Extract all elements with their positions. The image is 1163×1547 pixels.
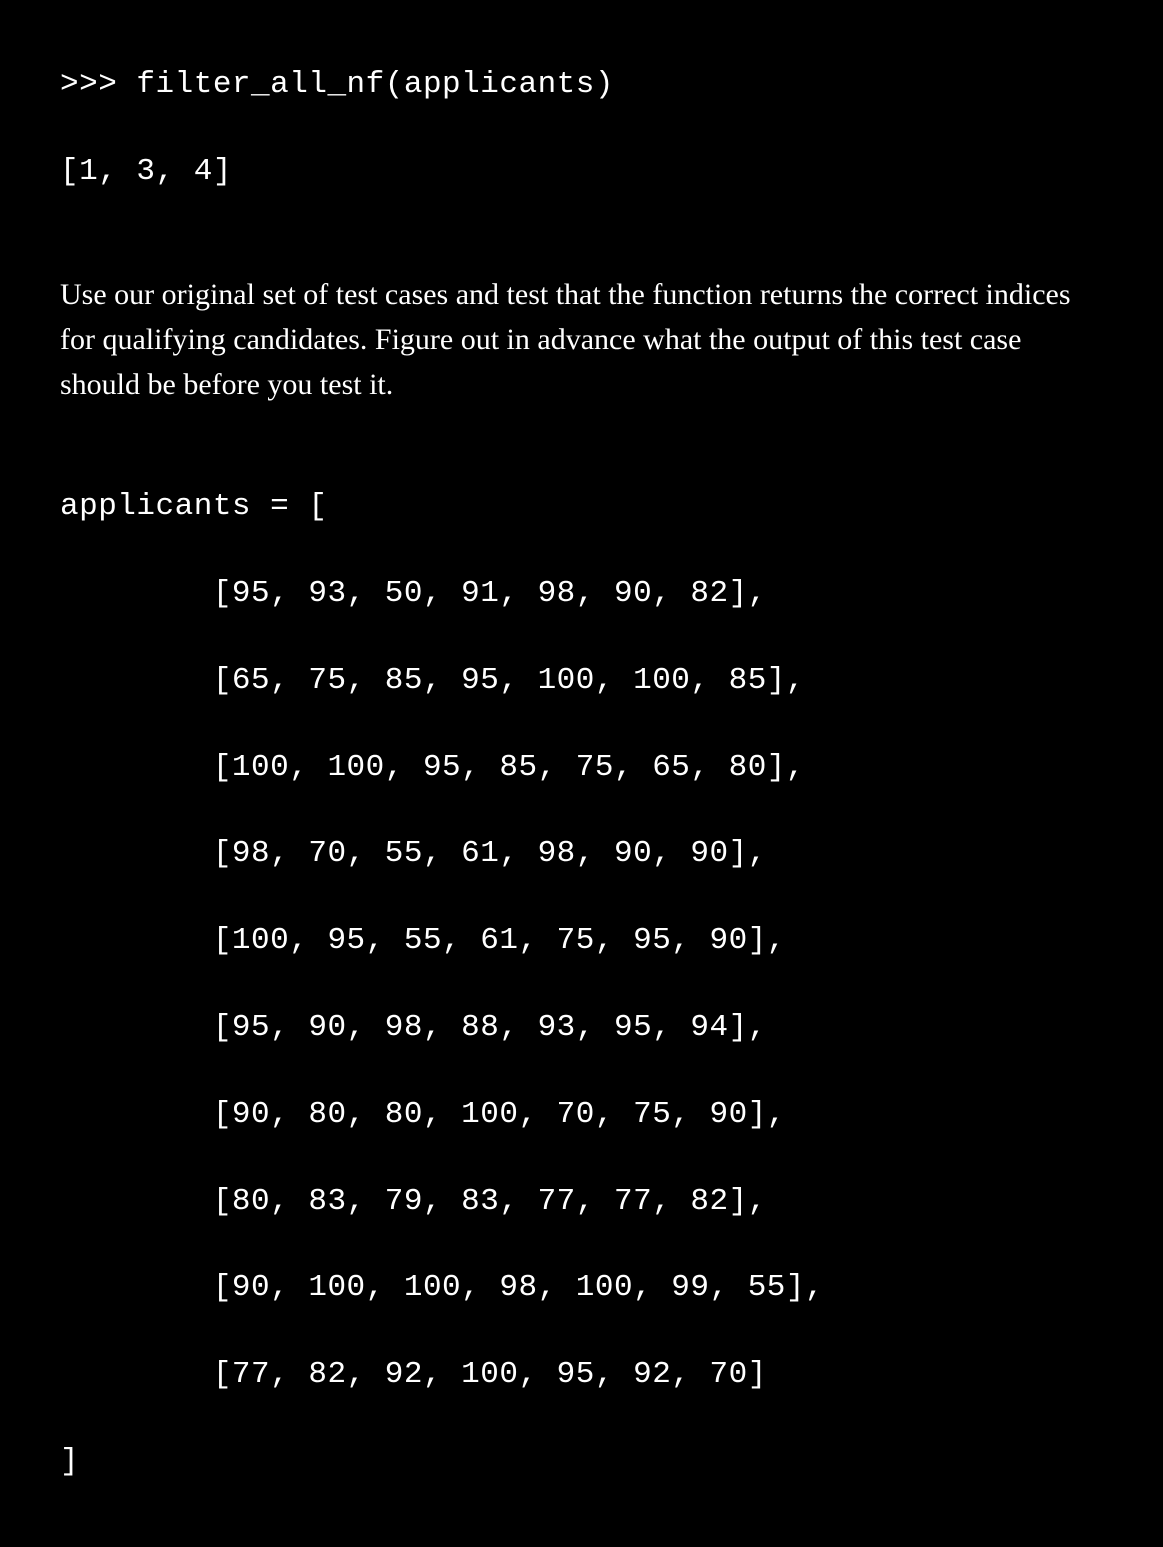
code-line: [95, 90, 98, 88, 93, 95, 94], <box>60 1006 1103 1049</box>
code-line: [80, 83, 79, 83, 77, 77, 82], <box>60 1180 1103 1223</box>
repl-output: >>> filter_all_nf(applicants) [1, 3, 4] <box>60 20 1103 237</box>
code-line: applicants = [ <box>60 485 1103 528</box>
code-line: [90, 100, 100, 98, 100, 99, 55], <box>60 1266 1103 1309</box>
repl-input-line: >>> filter_all_nf(applicants) <box>60 63 1103 106</box>
instruction-paragraph: Use our original set of test cases and t… <box>60 272 1103 407</box>
repl-result-line: [1, 3, 4] <box>60 150 1103 193</box>
code-line: ] <box>60 1440 1103 1483</box>
code-listing: applicants = [ [95, 93, 50, 91, 98, 90, … <box>60 442 1103 1527</box>
code-line: [95, 93, 50, 91, 98, 90, 82], <box>60 572 1103 615</box>
code-line: [77, 82, 92, 100, 95, 92, 70] <box>60 1353 1103 1396</box>
code-line: [100, 100, 95, 85, 75, 65, 80], <box>60 746 1103 789</box>
code-line: [98, 70, 55, 61, 98, 90, 90], <box>60 832 1103 875</box>
code-line: [65, 75, 85, 95, 100, 100, 85], <box>60 659 1103 702</box>
code-line: [90, 80, 80, 100, 70, 75, 90], <box>60 1093 1103 1136</box>
code-line: [100, 95, 55, 61, 75, 95, 90], <box>60 919 1103 962</box>
